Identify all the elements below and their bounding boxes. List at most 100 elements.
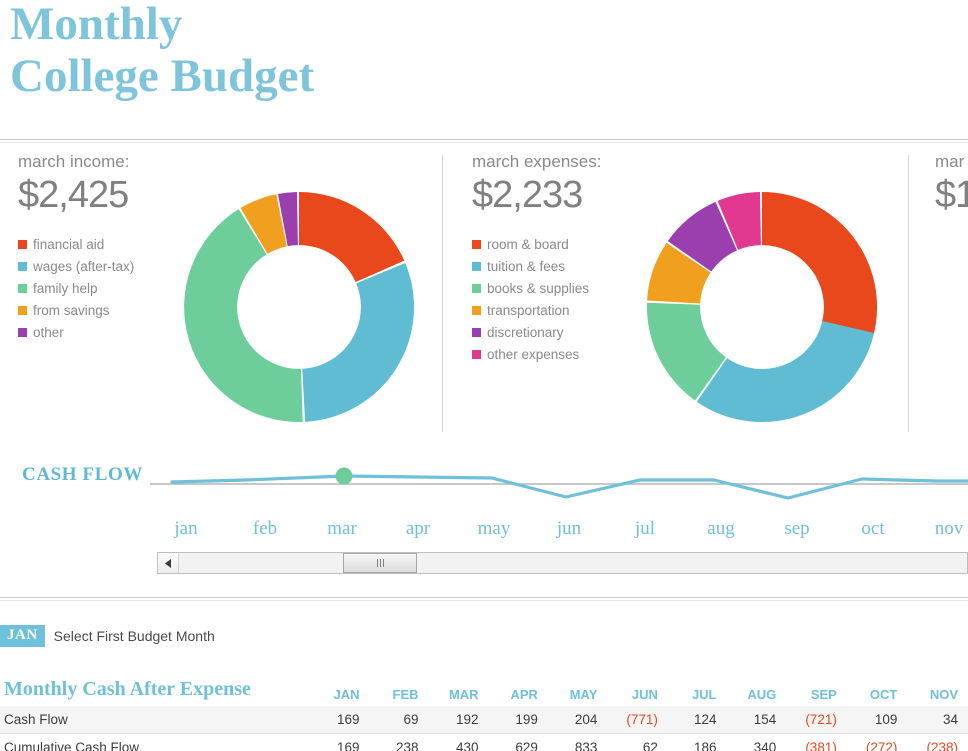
legend-label: financial aid xyxy=(33,236,105,252)
legend-item: tuition & fees xyxy=(472,255,601,277)
month-label-oct: oct xyxy=(861,518,885,539)
legend-swatch-icon xyxy=(472,349,481,359)
cell-cumulative-jul: 186 xyxy=(667,733,727,751)
cash-after-expense-table: Monthly Cash After Expense JAN FEB MAR A… xyxy=(0,672,968,751)
cell-cumulative-mar: 430 xyxy=(428,733,489,751)
month-label-apr: apr xyxy=(405,518,431,539)
legend-label: books & supplies xyxy=(487,280,590,296)
column-header-feb: FEB xyxy=(392,687,419,702)
cell-cumulative-apr: 629 xyxy=(488,733,548,751)
cell-cash-flow-oct: 109 xyxy=(846,706,908,734)
cell-cumulative-aug: 340 xyxy=(726,733,787,751)
savings-panel-label: mar xyxy=(935,152,965,171)
legend-item: family help xyxy=(18,277,134,299)
page-title-line-1: Monthly xyxy=(10,0,183,50)
legend-swatch-icon xyxy=(472,283,481,293)
column-header-may: MAY xyxy=(569,687,598,702)
donut-slice-wages xyxy=(302,263,415,422)
expenses-panel-label: march expenses: xyxy=(472,152,602,171)
month-label-feb: feb xyxy=(252,518,278,539)
cash-flow-label: CASH FLOW xyxy=(22,464,143,485)
legend-swatch-icon xyxy=(18,283,27,293)
month-label-mar: mar xyxy=(327,518,357,539)
cell-cash-flow-may: 204 xyxy=(547,706,608,734)
cell-cumulative-jun: 62 xyxy=(607,733,668,751)
legend-label: room & board xyxy=(487,236,569,252)
legend-swatch-icon xyxy=(472,327,481,337)
cell-cash-flow-aug: 154 xyxy=(726,706,787,734)
sparkline-marker[interactable] xyxy=(335,467,353,485)
column-header-apr: APR xyxy=(510,687,538,702)
cell-cumulative-oct: (272) xyxy=(846,733,908,751)
section-divider-shadow xyxy=(0,600,968,601)
cell-cumulative-feb: 238 xyxy=(369,733,429,751)
savings-panel-partial: mar $1 xyxy=(935,152,968,217)
cell-cash-flow-jan: 169 xyxy=(310,706,370,734)
cell-cash-flow-sep: (721) xyxy=(786,706,847,734)
section-divider xyxy=(0,597,968,598)
income-donut-svg xyxy=(184,192,415,422)
legend-item: room & board xyxy=(472,233,601,255)
column-header-jul: JUL xyxy=(691,687,717,702)
page-title-line-2: College Budget xyxy=(10,50,315,102)
legend-item: financial aid xyxy=(18,233,134,255)
column-header-jan: JAN xyxy=(333,687,360,702)
expenses-donut-chart xyxy=(643,188,881,426)
income-donut-chart xyxy=(180,188,418,426)
legend-label: other xyxy=(33,324,64,340)
cell-cash-flow-jun: (771) xyxy=(607,706,668,734)
savings-panel-amount: $1 xyxy=(935,174,968,216)
table-title: Monthly Cash After Expense xyxy=(4,677,251,700)
legend-label: tuition & fees xyxy=(487,258,566,274)
scrollbar-thumb[interactable] xyxy=(343,553,417,573)
cell-cash-flow-nov: 34 xyxy=(907,706,968,734)
column-header-oct: OCT xyxy=(869,687,898,702)
month-label-may: may xyxy=(477,518,511,539)
donut-slice-room-board xyxy=(762,192,878,336)
column-header-aug: AUG xyxy=(747,687,777,702)
row-label-cash-flow: Cash Flow xyxy=(0,706,311,734)
cell-cash-flow-apr: 199 xyxy=(488,706,548,734)
scrollbar-track[interactable] xyxy=(179,553,967,573)
month-label-jul: jul xyxy=(634,518,656,539)
legend-swatch-icon xyxy=(472,239,481,249)
column-header-sep: SEP xyxy=(810,687,837,702)
month-selector-label: Select First Budget Month xyxy=(53,628,215,644)
expenses-panel-amount: $2,233 xyxy=(472,174,583,216)
column-header-mar: MAR xyxy=(448,687,479,702)
legend-swatch-icon xyxy=(18,261,27,271)
table-header-row: Monthly Cash After Expense JAN FEB MAR A… xyxy=(0,672,968,706)
income-panel: march income: $2,425 financial aid wages… xyxy=(18,152,134,343)
cell-cash-flow-mar: 192 xyxy=(428,706,489,734)
legend-item: books & supplies xyxy=(472,277,601,299)
donut-slice-tuition-fees xyxy=(696,320,875,423)
row-label-cumulative-cash-flow: Cumulative Cash Flow xyxy=(0,733,311,751)
table-row: Cumulative Cash Flow 169 238 430 629 833… xyxy=(0,733,968,751)
cell-cash-flow-feb: 69 xyxy=(369,706,429,734)
scroll-left-button[interactable] xyxy=(158,553,179,573)
month-label-jun: jun xyxy=(556,518,582,539)
legend-item: transportation xyxy=(472,299,601,321)
legend-label: other expenses xyxy=(487,346,580,362)
legend-label: discretionary xyxy=(487,324,564,340)
cell-cumulative-sep: (381) xyxy=(786,733,847,751)
scroll-left-arrow-icon xyxy=(164,558,171,568)
scrollbar-grip-icon xyxy=(376,559,384,567)
legend-item: other expenses xyxy=(472,343,601,365)
panel-divider-1 xyxy=(442,155,443,432)
legend-swatch-icon xyxy=(18,327,27,337)
cell-cumulative-jan: 169 xyxy=(310,733,370,751)
cell-cumulative-may: 833 xyxy=(547,733,608,751)
column-header-nov: NOV xyxy=(929,687,958,702)
legend-item: wages (after-tax) xyxy=(18,255,134,277)
expenses-panel: march expenses: $2,233 room & board tuit… xyxy=(472,152,601,365)
horizontal-scrollbar[interactable] xyxy=(157,552,968,574)
legend-item: other xyxy=(18,321,134,343)
donut-slice-financial-aid xyxy=(299,192,405,283)
legend-swatch-icon xyxy=(472,305,481,315)
page-title: Monthly College Budget xyxy=(10,0,314,102)
income-panel-label: march income: xyxy=(18,152,130,171)
budget-month-selector[interactable]: JAN Select First Budget Month xyxy=(0,625,215,647)
selected-month-badge[interactable]: JAN xyxy=(0,625,45,647)
cash-flow-sparkline-svg xyxy=(150,467,968,500)
